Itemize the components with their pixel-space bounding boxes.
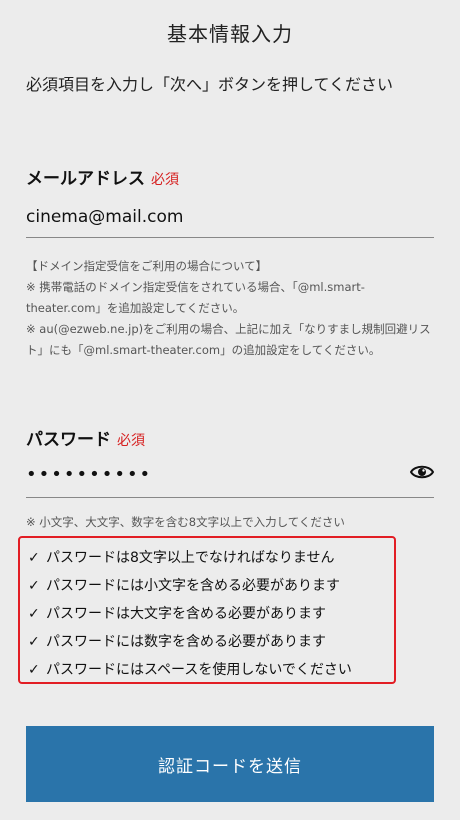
check-icon: ✓ xyxy=(28,550,40,566)
password-rule-text: パスワードには小文字を含める必要があります xyxy=(46,578,340,594)
domain-notice-line-1: ※ 携帯電話のドメイン指定受信をされている場合、「@ml.smart-theat… xyxy=(26,280,365,315)
password-rule: ✓ パスワードにはスペースを使用しないでください xyxy=(28,656,394,684)
password-required-badge: 必須 xyxy=(117,433,145,449)
password-hint: ※ 小文字、大文字、数字を含む8文字以上で入力してください xyxy=(26,515,345,529)
email-field[interactable] xyxy=(26,196,434,238)
domain-notice-heading: 【ドメイン指定受信をご利用の場合について】 xyxy=(26,259,268,273)
instructions-text: 必須項目を入力し「次へ」ボタンを押してください xyxy=(26,75,394,94)
eye-icon[interactable] xyxy=(410,463,434,481)
email-required-badge: 必須 xyxy=(151,172,179,188)
check-icon: ✓ xyxy=(28,662,40,678)
password-rule: ✓ パスワードは大文字を含める必要があります xyxy=(28,600,394,628)
password-rule-text: パスワードにはスペースを使用しないでください xyxy=(46,662,352,678)
check-icon: ✓ xyxy=(28,634,40,650)
email-label-text: メールアドレス xyxy=(26,169,145,189)
password-rule: ✓ パスワードは8文字以上でなければなりません xyxy=(28,544,394,572)
basic-info-page: 基本情報入力 必須項目を入力し「次へ」ボタンを押してください メールアドレス 必須… xyxy=(0,0,460,820)
page-title: 基本情報入力 xyxy=(167,22,293,46)
password-rules-box: ✓ パスワードは8文字以上でなければなりません ✓ パスワードには小文字を含める必要… xyxy=(18,536,396,684)
password-rule: ✓ パスワードには小文字を含める必要があります xyxy=(28,572,394,600)
password-label: パスワード 必須 xyxy=(26,425,145,450)
check-icon: ✓ xyxy=(28,606,40,622)
password-rule-text: パスワードには数字を含める必要があります xyxy=(46,634,326,650)
password-rule-text: パスワードは8文字以上でなければなりません xyxy=(46,550,335,566)
email-label: メールアドレス 必須 xyxy=(26,164,179,189)
password-field[interactable] xyxy=(26,452,434,498)
send-code-button[interactable]: 認証コードを送信 xyxy=(26,726,434,802)
password-rule: ✓ パスワードには数字を含める必要があります xyxy=(28,628,394,656)
password-rule-text: パスワードは大文字を含める必要があります xyxy=(46,606,326,622)
domain-notice-line-2: ※ au(@ezweb.ne.jp)をご利用の場合、上記に加え「なりすまし規制回… xyxy=(26,322,431,357)
password-label-text: パスワード xyxy=(26,430,111,450)
domain-notice: 【ドメイン指定受信をご利用の場合について】 ※ 携帯電話のドメイン指定受信をされ… xyxy=(26,256,436,361)
check-icon: ✓ xyxy=(28,578,40,594)
